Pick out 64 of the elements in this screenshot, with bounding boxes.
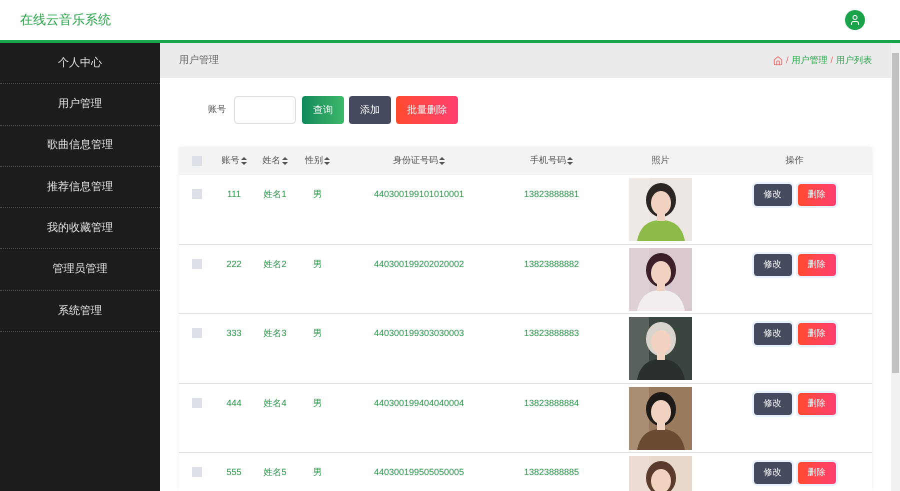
column-header: 照片 bbox=[652, 154, 670, 168]
page-title: 用户管理 bbox=[179, 54, 219, 68]
account-input[interactable] bbox=[234, 96, 296, 124]
breadcrumb-separator: / bbox=[786, 54, 788, 67]
table-cell: 13823888882 bbox=[524, 258, 580, 270]
sidebar-item[interactable]: 系统管理 bbox=[0, 290, 160, 332]
table-cell: 13823888884 bbox=[524, 396, 580, 408]
table-cell: 555 bbox=[226, 466, 242, 478]
avatar-icon[interactable] bbox=[845, 10, 865, 30]
table-cell: 男 bbox=[313, 327, 322, 339]
edit-button[interactable]: 修改 bbox=[754, 462, 792, 484]
table-cell: 222 bbox=[226, 258, 242, 270]
sidebar-item[interactable]: 推荐信息管理 bbox=[0, 166, 160, 208]
sidebar-item[interactable]: 用户管理 bbox=[0, 84, 160, 126]
toolbar-button[interactable]: 添加 bbox=[349, 96, 391, 124]
checkbox[interactable] bbox=[192, 467, 202, 477]
table-cell: 440300199101010001 bbox=[374, 188, 464, 200]
edit-button[interactable]: 修改 bbox=[754, 323, 792, 345]
table-cell: 姓名5 bbox=[263, 466, 286, 478]
app-title: 在线云音乐系统 bbox=[20, 11, 111, 30]
sidebar-item[interactable]: 管理员管理 bbox=[0, 249, 160, 291]
column-header: 账号 bbox=[222, 154, 240, 168]
table-cell: 姓名3 bbox=[263, 327, 286, 339]
sidebar-item[interactable]: 歌曲信息管理 bbox=[0, 126, 160, 167]
column-header: 身份证号码 bbox=[393, 154, 438, 168]
table-cell: 姓名2 bbox=[263, 258, 286, 270]
table-cell: 男 bbox=[313, 466, 322, 478]
table-cell: 111 bbox=[227, 188, 241, 200]
edit-button[interactable]: 修改 bbox=[754, 254, 792, 276]
table-cell: 男 bbox=[313, 396, 322, 408]
edit-button[interactable]: 修改 bbox=[754, 392, 792, 414]
sort-icon[interactable] bbox=[282, 157, 288, 165]
checkbox[interactable] bbox=[192, 189, 202, 199]
table-cell: 13823888885 bbox=[524, 466, 580, 478]
sidebar-item[interactable]: 我的收藏管理 bbox=[0, 208, 160, 250]
column-header: 性别 bbox=[305, 154, 323, 168]
table-cell: 13823888881 bbox=[524, 188, 580, 200]
sort-icon[interactable] bbox=[240, 157, 246, 165]
sort-icon[interactable] bbox=[439, 157, 445, 165]
checkbox[interactable] bbox=[192, 258, 202, 268]
toolbar-button[interactable]: 查询 bbox=[302, 96, 344, 124]
table-cell: 男 bbox=[313, 258, 322, 270]
home-icon[interactable] bbox=[772, 56, 783, 66]
table-cell: 姓名1 bbox=[263, 188, 286, 200]
table-cell: 男 bbox=[313, 188, 322, 200]
table-cell: 440300199202020002 bbox=[374, 258, 464, 270]
checkbox[interactable] bbox=[192, 398, 202, 408]
table-cell: 13823888883 bbox=[524, 327, 580, 339]
sort-icon[interactable] bbox=[324, 157, 330, 165]
table-cell: 333 bbox=[226, 327, 242, 339]
breadcrumb-separator: / bbox=[830, 54, 833, 67]
table-cell: 440300199404040004 bbox=[374, 396, 464, 408]
scrollbar[interactable] bbox=[891, 43, 900, 491]
table-cell: 444 bbox=[226, 396, 242, 408]
table-cell: 440300199303030003 bbox=[374, 327, 464, 339]
column-header: 手机号码 bbox=[530, 154, 566, 168]
account-label: 账号 bbox=[208, 103, 226, 116]
table-cell: 440300199505050005 bbox=[374, 466, 464, 478]
table-cell: 姓名4 bbox=[263, 396, 286, 408]
column-header: 操作 bbox=[786, 154, 804, 168]
edit-button[interactable]: 修改 bbox=[754, 184, 792, 206]
sort-icon[interactable] bbox=[567, 157, 573, 165]
checkbox[interactable] bbox=[192, 328, 202, 338]
column-header: 姓名 bbox=[262, 154, 280, 168]
